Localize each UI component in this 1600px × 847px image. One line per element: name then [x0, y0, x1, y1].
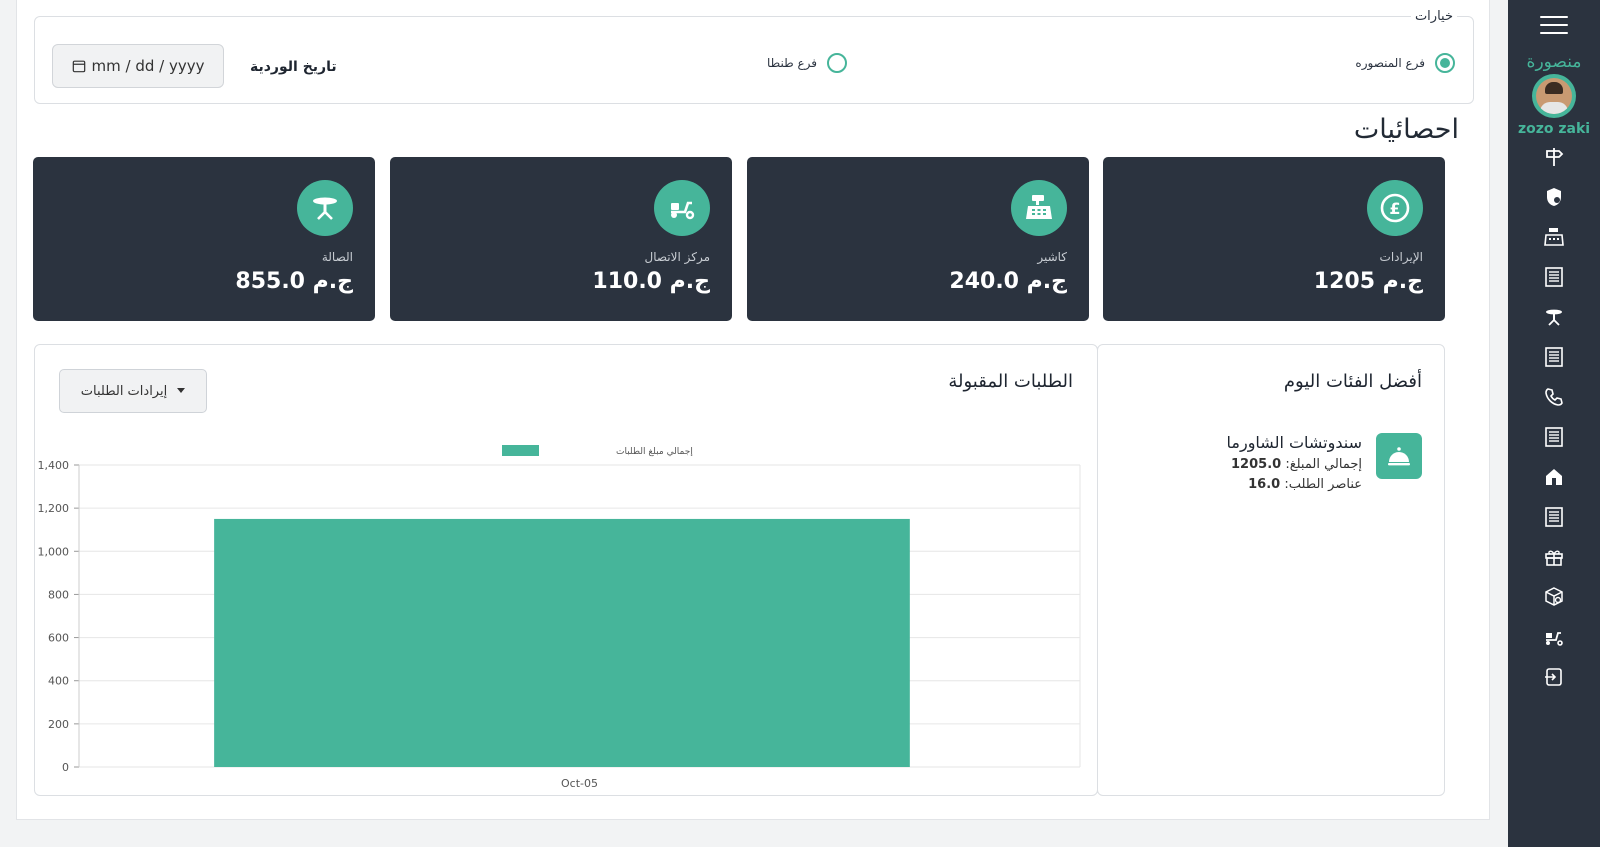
radio-circle[interactable]	[827, 53, 848, 73]
shift-date-input[interactable]: mm / dd / yyyy	[52, 44, 224, 88]
category-name: سندوتشات الشاورما	[1226, 433, 1362, 452]
table-icon[interactable]	[1534, 297, 1574, 337]
stat-value: 855.0 ج.م	[235, 269, 353, 294]
user-name: zozo zaki	[1517, 121, 1591, 137]
cash-register-icon	[1011, 180, 1067, 236]
home-shop-icon[interactable]	[1534, 457, 1574, 497]
receipt-icon[interactable]	[1534, 257, 1574, 297]
receipt-icon[interactable]	[1534, 497, 1574, 537]
top-categories-panel: أفضل الفئات اليوم سندوتشات الشاورما إجما…	[1097, 344, 1445, 796]
y-tick-label: 800	[48, 588, 69, 601]
legend-label: إجمالي مبلغ الطلبات	[616, 447, 693, 457]
cash-register-icon[interactable]	[1534, 217, 1574, 257]
accepted-orders-title: الطلبات المقبولة	[948, 371, 1073, 392]
hamburger-menu-icon[interactable]	[1540, 12, 1568, 38]
scooter-icon[interactable]	[1534, 617, 1574, 657]
sidebar: منصورة zozo zaki	[1508, 0, 1600, 847]
radio-label-mansoura: فرع المنصوره	[1355, 56, 1425, 70]
top-categories-title: أفضل الفئات اليوم	[1283, 371, 1422, 392]
stat-label: الصالة	[321, 250, 353, 264]
y-tick-label: 600	[48, 632, 69, 645]
food-cloche-icon	[1376, 433, 1422, 479]
orders-metric-dropdown[interactable]: إيرادات الطلبات	[59, 369, 207, 413]
avatar[interactable]	[1532, 74, 1576, 118]
category-total: إجمالي المبلغ: 1205.0	[1231, 457, 1362, 472]
category-items: عناصر الطلب: 16.0	[1248, 477, 1362, 492]
y-tick-label: 0	[62, 761, 69, 774]
radio-circle-selected[interactable]	[1435, 53, 1455, 73]
main-panel: خيارات فرع المنصوره فرع طنطا تاريخ الورد…	[16, 0, 1490, 820]
caret-down-icon	[177, 388, 186, 393]
table-icon	[297, 180, 353, 236]
shift-date-label: تاريخ الوردية	[250, 59, 337, 75]
phone-icon[interactable]	[1534, 377, 1574, 417]
stat-label: كاشير	[1037, 250, 1067, 264]
x-tick-label: Oct-05	[561, 777, 598, 790]
y-tick-label: 200	[48, 718, 69, 731]
shield-lock-icon[interactable]	[1534, 177, 1574, 217]
svg-text:£: £	[1389, 199, 1400, 218]
pound-coin-icon: £	[1367, 180, 1423, 236]
receipt-icon[interactable]	[1534, 417, 1574, 457]
orders-chart: 0 200 400 600 800 1,000 1,200 1,400 Oct-05 إجمالي…	[38, 445, 1081, 790]
branch-name: منصورة	[1526, 52, 1582, 72]
scooter-icon	[654, 180, 710, 236]
category-item: سندوتشات الشاورما إجمالي المبلغ: 1205.0 …	[1227, 433, 1422, 492]
stat-label: الإيرادات	[1379, 250, 1423, 264]
stat-value: 240.0 ج.م	[949, 269, 1067, 294]
y-tick-label: 1,200	[38, 502, 70, 515]
calendar-icon	[72, 60, 85, 73]
package-search-icon[interactable]	[1534, 577, 1574, 617]
radio-branch-tanta[interactable]: فرع طنطا	[767, 53, 848, 73]
logout-icon[interactable]	[1534, 657, 1574, 697]
legend-swatch	[502, 445, 539, 456]
dropdown-value: إيرادات الطلبات	[80, 383, 168, 399]
stat-value: 110.0 ج.م	[592, 269, 710, 294]
receipt-icon[interactable]	[1534, 337, 1574, 377]
bar	[214, 518, 910, 767]
y-tick-label: 400	[48, 675, 69, 688]
stat-value: 1205 ج.م	[1313, 269, 1423, 294]
stat-card-call-center: مركز الاتصال 110.0 ج.م	[390, 157, 732, 321]
options-fieldset: خيارات فرع المنصوره فرع طنطا تاريخ الورد…	[34, 9, 1474, 104]
stats-title: احصائيات	[1353, 114, 1459, 145]
radio-branch-mansoura[interactable]: فرع المنصوره	[1355, 53, 1455, 73]
accepted-orders-panel: الطلبات المقبولة إيرادات الطلبات 0 200 400…	[34, 344, 1098, 796]
stat-label: مركز الاتصال	[644, 250, 711, 264]
stat-card-hall: الصالة 855.0 ج.م	[33, 157, 375, 321]
y-tick-label: 1,000	[38, 545, 70, 558]
date-placeholder: mm / dd / yyyy	[91, 57, 205, 75]
signpost-icon[interactable]	[1534, 137, 1574, 177]
gift-icon[interactable]	[1534, 537, 1574, 577]
stat-card-cashier: كاشير 240.0 ج.م	[747, 157, 1089, 321]
options-title: خيارات	[1410, 9, 1457, 24]
y-tick-label: 1,400	[38, 459, 70, 472]
stat-card-revenue: £ الإيرادات 1205 ج.م	[1103, 157, 1445, 321]
radio-label-tanta: فرع طنطا	[767, 56, 818, 70]
